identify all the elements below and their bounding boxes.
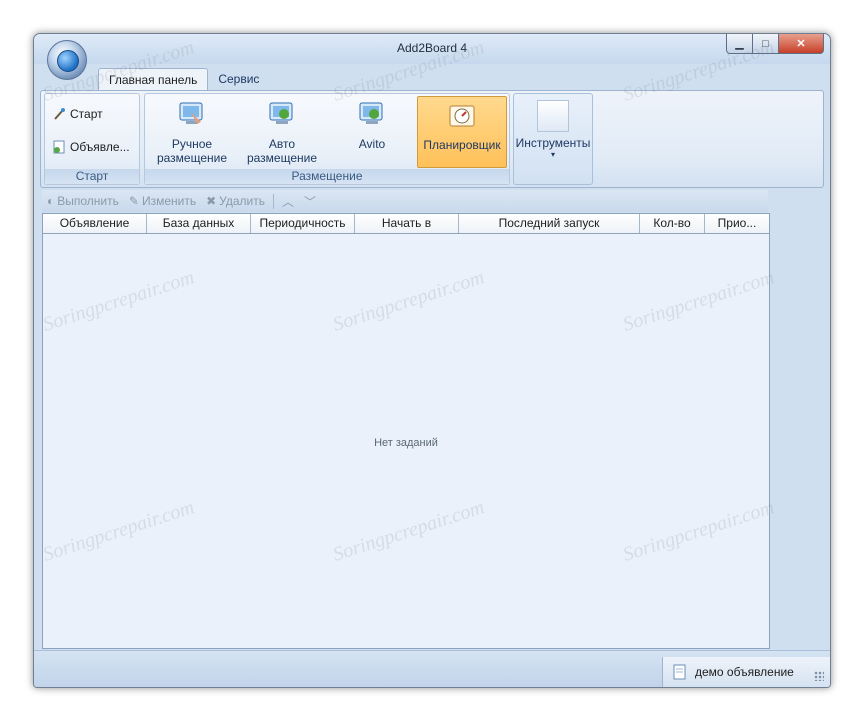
auto-placement-line2: размещение: [246, 151, 318, 165]
chevron-down-icon: ﹀: [303, 194, 316, 209]
close-button[interactable]: ✕: [779, 34, 824, 54]
ads-button[interactable]: Объявле...: [51, 137, 130, 157]
document-icon: [673, 664, 686, 680]
col-start-at[interactable]: Начать в: [355, 214, 459, 233]
minimize-button[interactable]: ▁: [726, 34, 753, 54]
status-bar: демо объявление: [34, 650, 830, 687]
globe-icon: [57, 50, 79, 72]
auto-placement-line1: Авто: [268, 137, 296, 151]
delete-button[interactable]: ✖ Удалить: [201, 194, 270, 208]
col-count[interactable]: Кол-во: [640, 214, 705, 233]
manual-placement-button[interactable]: Ручное размещение: [149, 96, 235, 166]
tab-main-panel[interactable]: Главная панель: [98, 68, 209, 91]
tools-dropdown[interactable]: Инструменты ▾: [513, 93, 593, 185]
ribbon-group-start: Старт Объявле... Старт: [44, 93, 140, 185]
tools-label: Инструменты: [515, 136, 591, 150]
auto-placement-button[interactable]: Авто размещение: [239, 96, 325, 166]
scheduler-icon: [449, 105, 475, 127]
col-priority[interactable]: Прио...: [705, 214, 769, 233]
col-last-run[interactable]: Последний запуск: [459, 214, 640, 233]
col-database[interactable]: База данных: [147, 214, 251, 233]
app-menu-orb[interactable]: [47, 40, 87, 80]
col-periodicity[interactable]: Периодичность: [251, 214, 355, 233]
avito-label: Avito: [358, 137, 386, 151]
pencil-icon: ✎: [128, 194, 139, 208]
chevron-up-icon: ︿: [281, 194, 294, 209]
ads-button-label: Объявле...: [70, 140, 130, 154]
start-button-label: Старт: [70, 107, 103, 121]
play-icon: ◐: [47, 194, 55, 208]
status-text: демо объявление: [695, 665, 794, 679]
resize-grip[interactable]: [814, 671, 824, 681]
task-table[interactable]: Объявление База данных Периодичность Нач…: [42, 213, 770, 649]
move-down-button[interactable]: ﹀: [299, 193, 321, 210]
ribbon: Старт Объявле... Старт Ручное размещение…: [40, 90, 824, 188]
document-icon: [53, 140, 65, 154]
run-button[interactable]: ◐ Выполнить: [42, 194, 124, 208]
avito-button[interactable]: Avito: [329, 96, 415, 166]
magic-wand-icon: [54, 108, 65, 120]
toolbar-separator: [272, 193, 274, 209]
manual-placement-line2: размещение: [156, 151, 228, 165]
avito-monitor-icon: [359, 102, 383, 124]
move-up-button[interactable]: ︿: [277, 193, 299, 210]
refresh-monitor-icon: [269, 102, 293, 124]
chevron-down-icon: ▾: [550, 150, 555, 159]
task-toolbar: ◐ Выполнить ✎ Изменить ✖ Удалить ︿ ﹀: [42, 190, 768, 212]
start-group-label: Старт: [45, 169, 139, 184]
start-button[interactable]: Старт: [51, 104, 103, 124]
tools-icon: [537, 100, 569, 132]
ribbon-tabs: Главная панель Сервис: [98, 68, 269, 91]
x-icon: ✖: [206, 194, 217, 208]
tab-service[interactable]: Сервис: [208, 68, 269, 90]
title-bar[interactable]: Add2Board 4 ▁ □ ✕: [34, 34, 830, 64]
window-title: Add2Board 4: [396, 41, 468, 55]
app-window: Add2Board 4 ▁ □ ✕ Главная панель Сервис …: [33, 33, 831, 688]
ribbon-group-placement: Ручное размещение Авто размещение Avito …: [144, 93, 510, 185]
scheduler-label: Планировщик: [423, 138, 501, 152]
window-controls: ▁ □ ✕: [726, 34, 824, 54]
maximize-button[interactable]: □: [753, 34, 779, 54]
edit-label: Изменить: [141, 194, 197, 208]
table-header: Объявление База данных Периодичность Нач…: [43, 214, 769, 234]
delete-label: Удалить: [219, 194, 265, 208]
manual-placement-line1: Ручное: [171, 137, 213, 151]
run-label: Выполнить: [57, 194, 119, 208]
status-panel: демо объявление: [662, 657, 830, 687]
empty-table-message: Нет заданий: [374, 437, 438, 449]
hand-monitor-icon: [179, 102, 203, 124]
scheduler-button[interactable]: Планировщик: [417, 96, 507, 168]
placement-group-label: Размещение: [145, 169, 509, 184]
col-ad[interactable]: Объявление: [43, 214, 147, 233]
edit-button[interactable]: ✎ Изменить: [124, 194, 201, 208]
